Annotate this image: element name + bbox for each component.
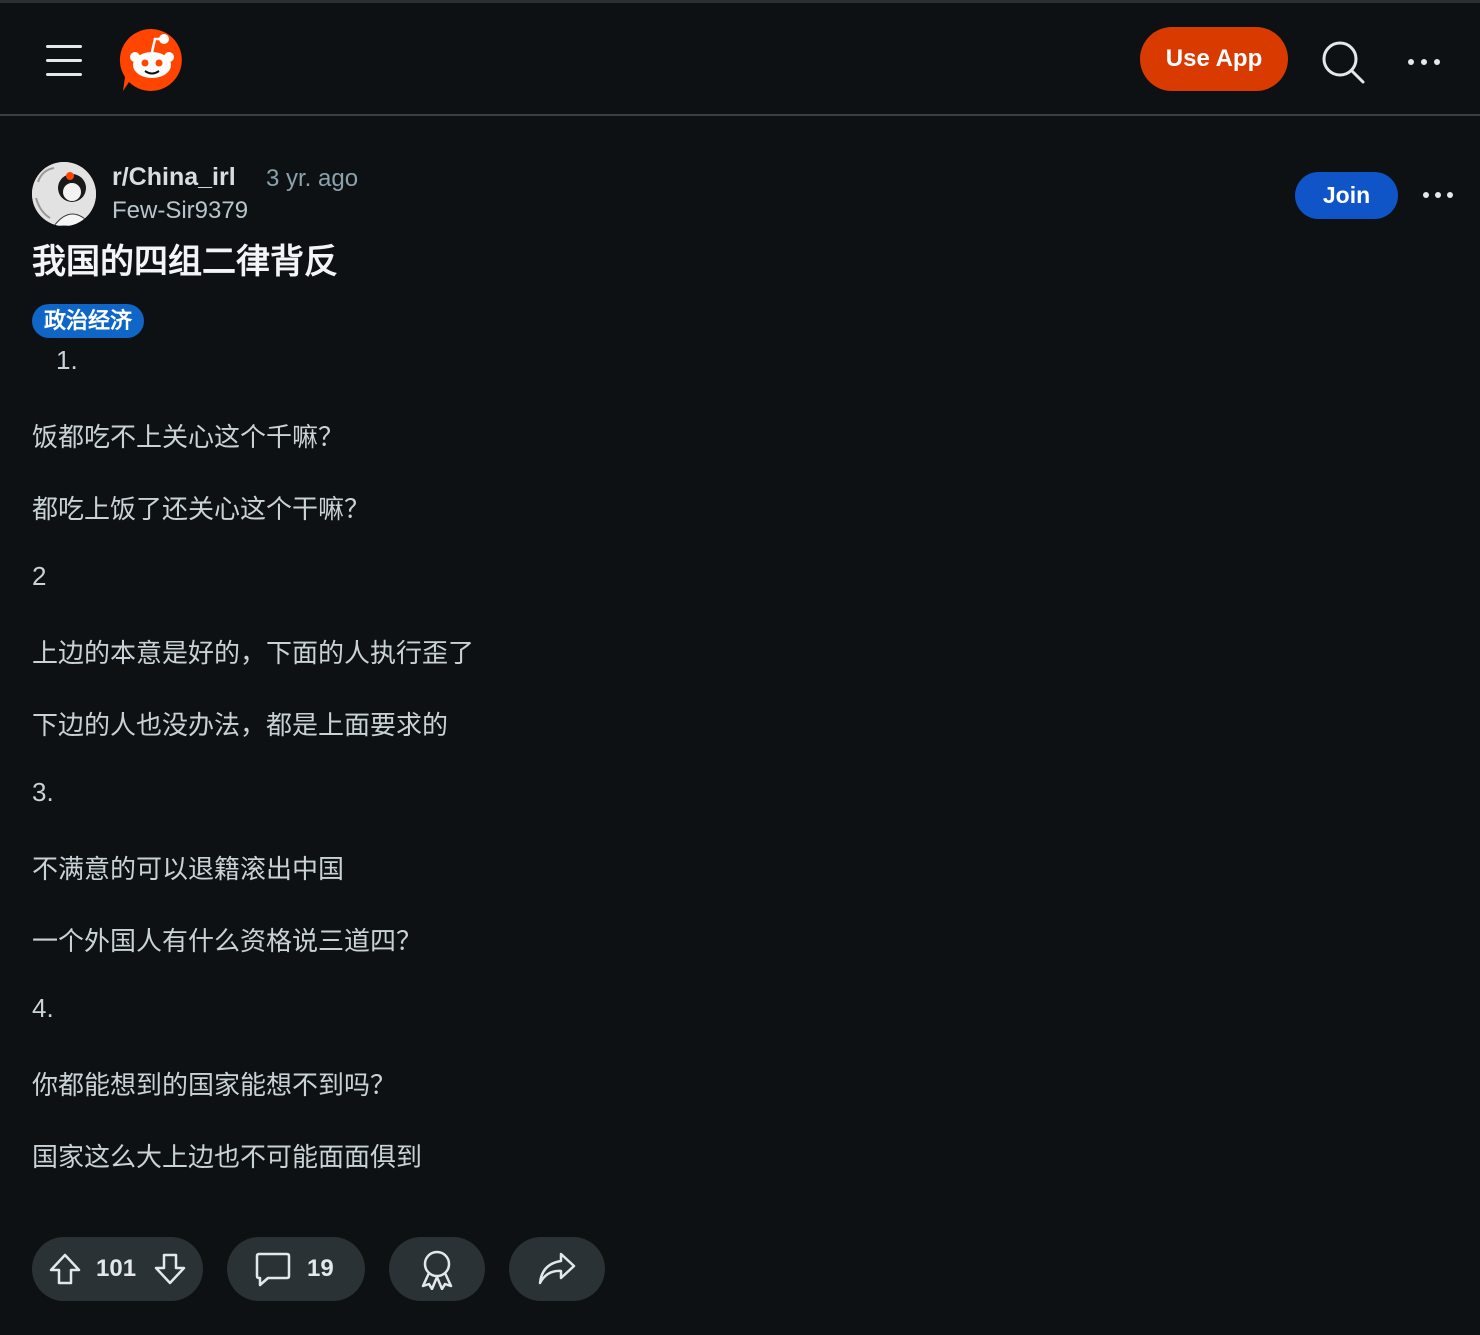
body-line: 上边的本意是好的，下面的人执行歪了: [32, 638, 475, 668]
body-line: 都吃上饭了还关心这个干嘛？: [32, 494, 371, 524]
body-line: 3.: [32, 777, 54, 807]
award-icon: [421, 1250, 453, 1290]
subreddit-avatar[interactable]: [32, 162, 96, 226]
more-options-icon[interactable]: [1404, 47, 1444, 77]
menu-icon[interactable]: [46, 45, 82, 77]
vote-bar: 101: [32, 1237, 203, 1301]
body-line: 一个外国人有什么资格说三道四？: [32, 926, 423, 956]
use-app-button[interactable]: Use App: [1140, 27, 1288, 91]
avatar-icon: [32, 162, 96, 226]
body-line: 4.: [32, 993, 54, 1023]
post-author[interactable]: Few-Sir9379: [112, 197, 248, 225]
subreddit-name[interactable]: r/China_irl: [112, 163, 236, 192]
post-flair[interactable]: 政治经济: [32, 304, 145, 338]
body-line: 饭都吃不上关心这个千嘛？: [32, 422, 345, 452]
upvote-count: 101: [96, 1255, 137, 1282]
award-button[interactable]: [389, 1237, 485, 1301]
body-line: 不满意的可以退籍滚出中国: [32, 854, 345, 884]
search-icon[interactable]: [1320, 39, 1366, 85]
share-button[interactable]: [509, 1237, 605, 1301]
body-line: 你都能想到的国家能想不到吗？: [32, 1070, 397, 1100]
body-line: 2: [32, 561, 47, 591]
comment-count: 19: [307, 1255, 334, 1282]
page: Use App r/China_irl 3 yr. ago Few-Sir937…: [0, 0, 1480, 1335]
body-line: 1.: [56, 345, 78, 375]
comment-icon: [255, 1252, 291, 1287]
share-icon: [538, 1252, 576, 1285]
comments-button[interactable]: 19: [227, 1237, 365, 1301]
body-line: 国家这么大上边也不可能面面俱到: [32, 1142, 423, 1172]
post-title[interactable]: 我国的四组二律背反: [32, 234, 338, 283]
downvote-icon[interactable]: [153, 1252, 187, 1286]
top-header: Use App: [0, 0, 1480, 116]
post-time: 3 yr. ago: [266, 165, 359, 192]
post-more-icon[interactable]: [1420, 182, 1456, 208]
reddit-logo-icon[interactable]: [119, 27, 185, 93]
body-line: 下边的人也没办法，都是上面要求的: [32, 710, 449, 740]
join-button[interactable]: Join: [1295, 172, 1398, 219]
upvote-icon[interactable]: [48, 1252, 82, 1286]
